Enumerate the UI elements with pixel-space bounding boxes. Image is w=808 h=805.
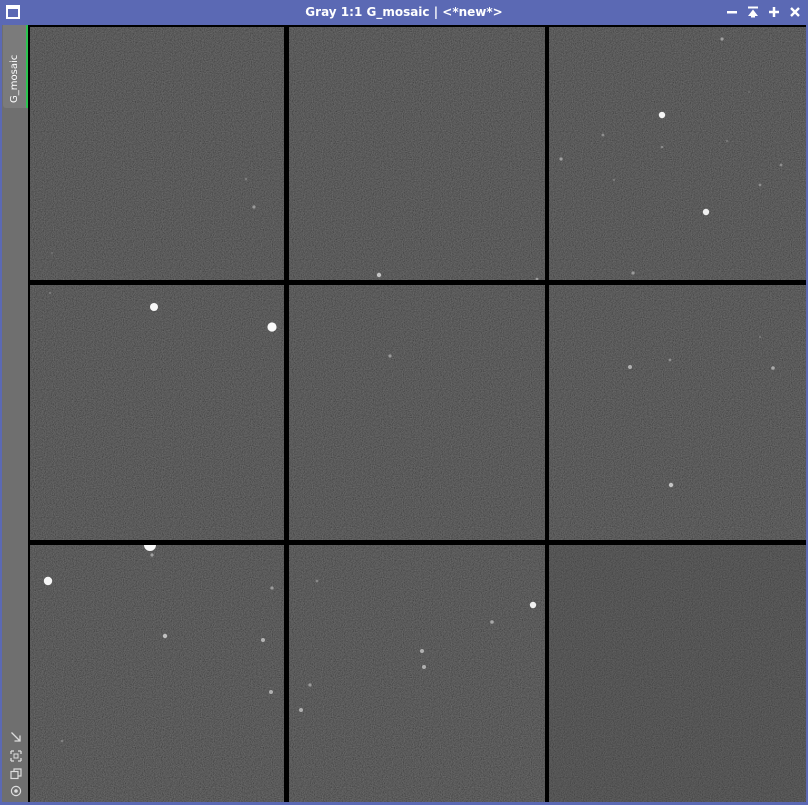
clone-icon[interactable] bbox=[10, 768, 22, 780]
tab-g-mosaic-label: G_mosaic bbox=[9, 54, 20, 103]
view-side-panel: G_mosaic bbox=[2, 25, 28, 802]
mosaic-tile bbox=[549, 27, 806, 280]
image-canvas[interactable] bbox=[28, 25, 806, 802]
mosaic-tile bbox=[549, 285, 806, 540]
mosaic-tile bbox=[289, 285, 545, 540]
window-title: Gray 1:1 G_mosaic | <*new*> bbox=[305, 5, 503, 19]
tab-g-mosaic[interactable]: G_mosaic bbox=[3, 25, 28, 108]
shade-icon[interactable] bbox=[746, 5, 760, 19]
mosaic-tile bbox=[289, 27, 545, 280]
identifier-icon[interactable] bbox=[10, 785, 22, 797]
image-window: Gray 1:1 G_mosaic | <*new*> G_mosaic bbox=[0, 0, 808, 805]
mosaic-tile bbox=[30, 27, 284, 280]
resize-arrow-icon[interactable] bbox=[10, 731, 22, 743]
title-bar[interactable]: Gray 1:1 G_mosaic | <*new*> bbox=[0, 0, 808, 25]
tile-image bbox=[30, 27, 284, 280]
window-icon[interactable] bbox=[6, 5, 20, 19]
mosaic-tile bbox=[549, 545, 806, 802]
mosaic-tile bbox=[30, 545, 284, 802]
close-icon[interactable] bbox=[788, 5, 802, 19]
mosaic-tile bbox=[30, 285, 284, 540]
mosaic-tile bbox=[289, 545, 545, 802]
maximize-icon[interactable] bbox=[767, 5, 781, 19]
minimize-icon[interactable] bbox=[725, 5, 739, 19]
fit-view-icon[interactable] bbox=[10, 750, 22, 762]
